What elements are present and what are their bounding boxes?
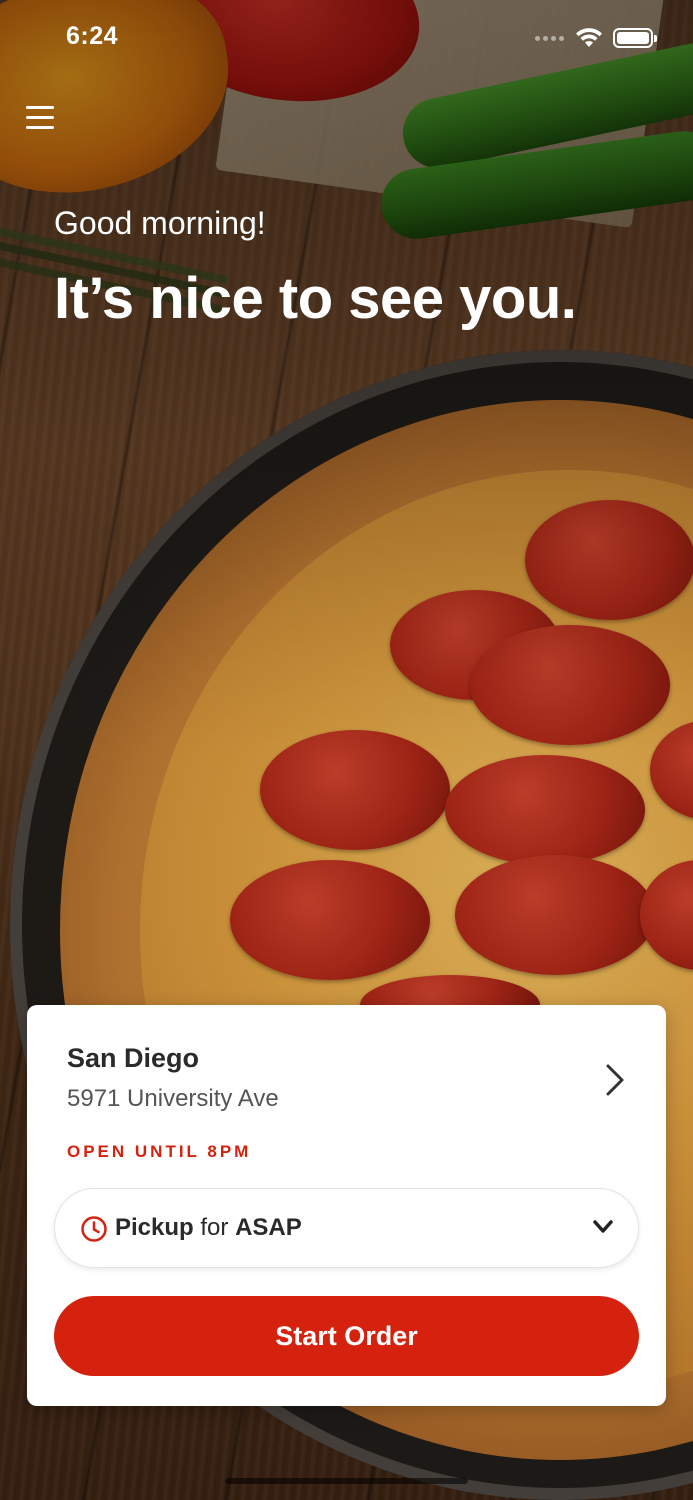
- greeting-text: Good morning!: [54, 205, 266, 241]
- chevron-down-icon: [593, 1220, 613, 1233]
- pickup-label: Pickup for ASAP: [115, 1214, 302, 1242]
- status-bar: 6:24: [0, 0, 693, 80]
- wifi-icon: [576, 28, 602, 47]
- status-time: 6:24: [66, 22, 119, 50]
- battery-icon: [613, 28, 657, 48]
- start-order-button[interactable]: Start Order: [54, 1296, 639, 1376]
- clock-icon: [81, 1216, 107, 1242]
- pickup-time-dropdown[interactable]: Pickup for ASAP: [54, 1188, 639, 1268]
- home-indicator: [225, 1478, 468, 1484]
- pickup-connector: for: [200, 1214, 229, 1241]
- store-selector[interactable]: San Diego 5971 University Ave: [67, 1043, 627, 1133]
- pickup-time: ASAP: [235, 1214, 302, 1241]
- store-hours: OPEN UNTIL 8PM: [67, 1142, 252, 1161]
- menu-button[interactable]: [26, 106, 54, 132]
- headline-text: It’s nice to see you.: [54, 266, 577, 331]
- hamburger-menu-icon: [26, 106, 54, 109]
- store-card: San Diego 5971 University Ave OPEN UNTIL…: [27, 1005, 666, 1406]
- cellular-signal-icon: [535, 36, 564, 41]
- store-name: San Diego: [67, 1043, 200, 1073]
- chevron-right-icon: [606, 1064, 624, 1096]
- store-address: 5971 University Ave: [67, 1085, 279, 1112]
- pickup-mode: Pickup: [115, 1214, 194, 1241]
